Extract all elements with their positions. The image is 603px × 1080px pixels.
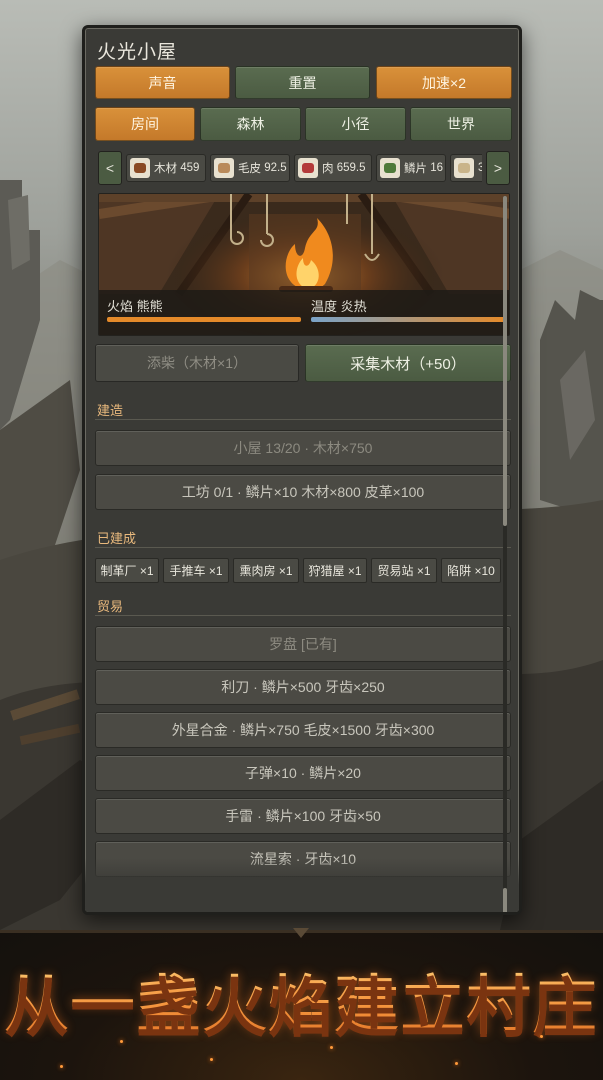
tab-forest[interactable]: 森林 xyxy=(200,107,301,141)
trade-compass-button[interactable]: 罗盘 [已有] xyxy=(95,626,511,662)
tab-path[interactable]: 小径 xyxy=(305,107,406,141)
resource-item-scale: 鳞片 16 xyxy=(376,154,446,182)
scale-icon xyxy=(380,158,400,178)
spark xyxy=(540,1035,543,1038)
section-trade-title: 贸易 xyxy=(97,599,124,614)
resource-next-button[interactable]: > xyxy=(486,151,510,185)
spark xyxy=(120,1040,123,1043)
banner-notch-icon xyxy=(293,928,309,938)
trade-knife-button[interactable]: 利刀 · 鳞片×500 牙齿×250 xyxy=(95,669,511,705)
resource-item-wood: 木材 459 xyxy=(126,154,206,182)
wood-icon xyxy=(130,158,150,178)
built-chip-lodge: 狩猎屋 ×1 xyxy=(303,558,367,583)
tooth-icon xyxy=(454,158,474,178)
resource-track: 木材 459 毛皮 92.5 肉 659.5 鳞片 16 3 xyxy=(126,151,482,185)
built-chip-trading-post: 贸易站 ×1 xyxy=(371,558,437,583)
fire-level-bar xyxy=(107,317,301,322)
section-divider xyxy=(95,547,511,548)
fire-scene: 火焰 熊熊 温度 炎热 xyxy=(98,193,510,336)
resource-item-fur: 毛皮 92.5 xyxy=(210,154,290,182)
tab-world[interactable]: 世界 xyxy=(410,107,512,141)
game-panel: 火光小屋 声音 重置 加速×2 房间 森林 小径 世界 < 木材 459 毛皮 … xyxy=(82,25,522,915)
resource-item-tooth: 3 xyxy=(450,154,482,182)
built-chip-smokehouse: 熏肉房 ×1 xyxy=(233,558,299,583)
built-chip-trap: 陷阱 ×10 xyxy=(441,558,501,583)
tab-room[interactable]: 房间 xyxy=(95,107,195,141)
built-chip-tannery: 制革厂 ×1 xyxy=(95,558,159,583)
trade-grenade-button[interactable]: 手雷 · 鳞片×100 牙齿×50 xyxy=(95,798,511,834)
temperature-status-label: 温度 炎热 xyxy=(311,299,367,314)
section-build-title: 建造 xyxy=(97,403,124,418)
gather-wood-button[interactable]: 采集木材（+50） xyxy=(305,344,511,382)
section-built-title: 已建成 xyxy=(97,531,137,546)
built-chip-cart: 手推车 ×1 xyxy=(163,558,229,583)
scrollbar-end xyxy=(503,888,507,912)
stoke-fire-button[interactable]: 添柴（木材×1） xyxy=(95,344,299,382)
spark xyxy=(455,1062,458,1065)
scrollbar-thumb[interactable] xyxy=(503,196,507,526)
build-workshop-button[interactable]: 工坊 0/1 · 鳞片×10 木材×800 皮革×100 xyxy=(95,474,511,510)
promo-slogan: 从一盏火焰建立村庄 xyxy=(0,955,603,1047)
meat-icon xyxy=(298,158,318,178)
panel-title: 火光小屋 xyxy=(97,42,178,63)
temperature-level-bar xyxy=(311,317,505,322)
spark xyxy=(330,1046,333,1049)
status-row: 火焰 熊熊 温度 炎热 xyxy=(99,290,509,335)
spark xyxy=(210,1058,213,1061)
section-divider xyxy=(95,615,511,616)
fur-icon xyxy=(214,158,234,178)
resource-prev-button[interactable]: < xyxy=(98,151,122,185)
spark xyxy=(60,1065,63,1068)
trade-alloy-button[interactable]: 外星合金 · 鳞片×750 毛皮×1500 牙齿×300 xyxy=(95,712,511,748)
section-divider xyxy=(95,419,511,420)
resource-item-meat: 肉 659.5 xyxy=(294,154,372,182)
reset-button[interactable]: 重置 xyxy=(235,66,370,99)
resource-bar: < 木材 459 毛皮 92.5 肉 659.5 鳞片 16 3 xyxy=(98,151,510,185)
fire-status-label: 火焰 熊熊 xyxy=(107,299,163,314)
build-hut-button[interactable]: 小屋 13/20 · 木材×750 xyxy=(95,430,511,466)
scroll-fade xyxy=(85,858,519,912)
speed-button[interactable]: 加速×2 xyxy=(376,66,512,99)
trade-bullets-button[interactable]: 子弹×10 · 鳞片×20 xyxy=(95,755,511,791)
sound-button[interactable]: 声音 xyxy=(95,66,230,99)
